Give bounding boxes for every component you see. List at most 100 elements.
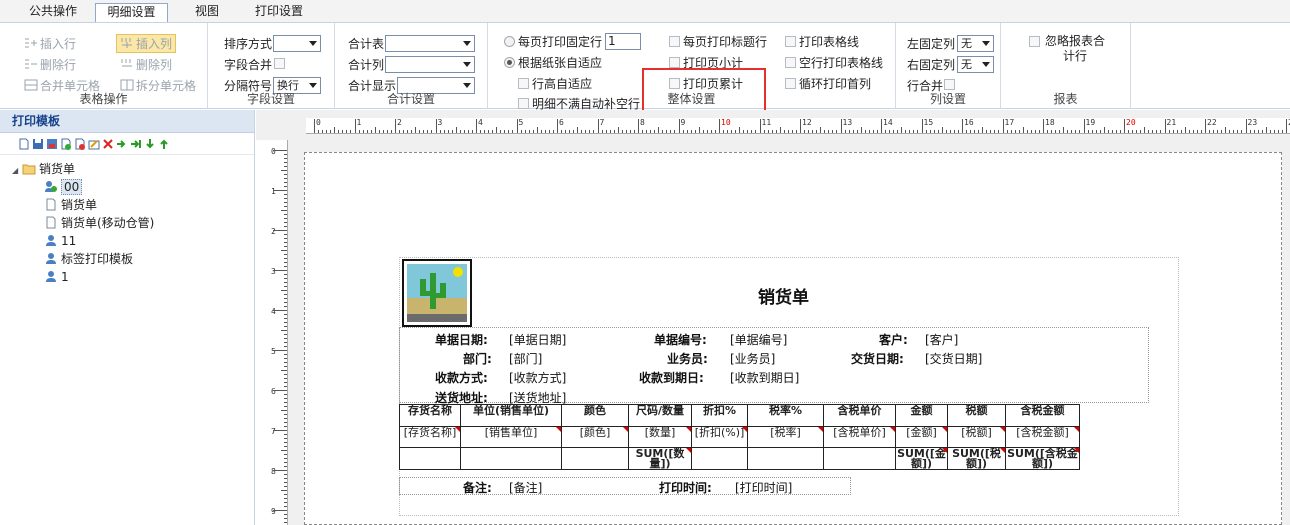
field-value[interactable]: [收款到期日]	[730, 369, 799, 386]
delete-col-button[interactable]: 删除列	[120, 57, 172, 73]
field-value[interactable]: [备注]	[509, 479, 542, 496]
fixed-rows-input[interactable]: 1	[605, 33, 641, 50]
print-header-option[interactable]: 每页打印标题行	[669, 34, 767, 50]
field-value[interactable]: [客户]	[925, 331, 958, 348]
table-sum-cell[interactable]	[747, 447, 824, 470]
field-value[interactable]: [部门]	[509, 350, 542, 367]
insert-col-button[interactable]: 插入列	[120, 36, 172, 52]
tab-public-ops[interactable]: 公共操作	[22, 3, 84, 22]
table-sum-cell[interactable]	[399, 447, 461, 470]
tab-detail-settings[interactable]: 明细设置	[95, 3, 168, 22]
tab-print-settings[interactable]: 打印设置	[246, 3, 312, 22]
table-sum-cell[interactable]	[691, 447, 748, 470]
move-up-icon[interactable]	[158, 138, 170, 150]
copy-icon[interactable]	[60, 138, 72, 150]
field-label[interactable]: 业务员:	[667, 350, 708, 367]
field-label[interactable]: 客户:	[879, 331, 908, 348]
report-title[interactable]: 销货单	[758, 283, 809, 308]
left-fixed-select[interactable]: 无	[957, 35, 994, 52]
import-icon[interactable]	[116, 138, 128, 150]
tree-item[interactable]: 1	[44, 269, 69, 286]
table-header-cell[interactable]: 单位(销售单位)	[460, 404, 562, 427]
tab-bar: 公共操作 明细设置 视图 打印设置	[0, 0, 1290, 22]
delete-file-icon[interactable]	[74, 138, 86, 150]
table-cell[interactable]: [存货名称]	[399, 426, 461, 448]
table-cell[interactable]: [含税单价]	[823, 426, 896, 448]
ruler-tick	[284, 222, 287, 223]
table-sum-cell[interactable]: SUM([金额])	[895, 447, 948, 470]
tree-item[interactable]: ◢ 销货单	[12, 161, 75, 178]
field-label[interactable]: 单据编号:	[654, 331, 707, 348]
table-cell[interactable]: [销售单位]	[460, 426, 562, 448]
total-table-select[interactable]	[385, 35, 475, 52]
save-as-icon[interactable]	[46, 138, 58, 150]
field-value[interactable]: [交货日期]	[925, 350, 982, 367]
field-value[interactable]: [业务员]	[730, 350, 775, 367]
fixed-rows-option[interactable]: 每页打印固定行	[504, 34, 602, 50]
ignore-total-checkbox[interactable]	[1029, 36, 1040, 47]
table-cell[interactable]: [税率]	[747, 426, 824, 448]
field-value[interactable]: [打印时间]	[735, 479, 792, 496]
tree-item[interactable]: 销货单	[44, 197, 97, 214]
print-grid-option[interactable]: 打印表格线	[785, 34, 859, 50]
export-icon[interactable]	[130, 138, 142, 150]
ruler-tick	[658, 127, 660, 133]
table-sum-cell[interactable]	[561, 447, 629, 470]
table-header-cell[interactable]: 折扣%	[691, 404, 748, 427]
table-cell[interactable]: [折扣(%)]	[691, 426, 748, 448]
table-sum-cell[interactable]: SUM([税额])	[947, 447, 1006, 470]
design-canvas[interactable]: 0123456789101112131415161718192021222324…	[256, 110, 1290, 525]
table-sum-cell[interactable]	[460, 447, 562, 470]
table-header-cell[interactable]: 含税单价	[823, 404, 896, 427]
ruler-tick	[1119, 130, 1121, 133]
tree-item[interactable]: 销货单(移动仓管)	[44, 215, 154, 232]
tree-item[interactable]: 00	[44, 179, 83, 196]
field-label[interactable]: 交货日期:	[851, 350, 904, 367]
tab-view[interactable]: 视图	[184, 3, 230, 22]
save-icon[interactable]	[32, 138, 44, 150]
delete-row-button[interactable]: 删除行	[24, 57, 76, 73]
table-cell[interactable]: [数量]	[628, 426, 692, 448]
field-label[interactable]: 单据日期:	[435, 331, 488, 348]
table-cell[interactable]: [颜色]	[561, 426, 629, 448]
move-down-icon[interactable]	[144, 138, 156, 150]
table-header-cell[interactable]: 颜色	[561, 404, 629, 427]
sort-select[interactable]	[273, 35, 321, 52]
table-header-cell[interactable]: 尺码/数量	[628, 404, 692, 427]
table-cell[interactable]: [金额]	[895, 426, 948, 448]
field-label[interactable]: 备注:	[463, 479, 492, 496]
table-header-cell[interactable]: 含税金额	[1005, 404, 1080, 427]
table-cell[interactable]: [税额]	[947, 426, 1006, 448]
field-label[interactable]: 部门:	[463, 350, 492, 367]
field-label[interactable]: 收款到期日:	[639, 369, 704, 386]
empty-row-grid-option[interactable]: 空行打印表格线	[785, 55, 883, 71]
field-value[interactable]: [收款方式]	[509, 369, 566, 386]
table-cell[interactable]: [含税金额]	[1005, 426, 1080, 448]
new-file-icon[interactable]	[18, 138, 30, 150]
table-header-cell[interactable]: 金额	[895, 404, 948, 427]
ruler-tick	[326, 130, 328, 133]
table-header-cell[interactable]: 税额	[947, 404, 1006, 427]
field-merge-checkbox[interactable]	[274, 58, 285, 69]
field-value[interactable]: [单据编号]	[730, 331, 787, 348]
edit-icon[interactable]	[88, 138, 100, 150]
insert-row-button[interactable]: 插入行	[24, 36, 76, 52]
ruler-tick	[1083, 119, 1085, 133]
field-label[interactable]: 收款方式:	[435, 369, 488, 386]
auto-fit-option[interactable]: 根据纸张自适应	[504, 55, 602, 71]
field-value[interactable]: [单据日期]	[509, 331, 566, 348]
total-col-select[interactable]	[385, 56, 475, 73]
table-header-cell[interactable]: 存货名称	[399, 404, 461, 427]
table-sum-cell[interactable]	[823, 447, 896, 470]
field-label[interactable]: 打印时间:	[659, 479, 712, 496]
table-sum-cell[interactable]: SUM([数量])	[628, 447, 692, 470]
tree-item[interactable]: 11	[44, 233, 76, 250]
table-sum-cell[interactable]: SUM([含税金额])	[1005, 447, 1080, 470]
row-merge-checkbox[interactable]	[944, 79, 955, 90]
close-icon[interactable]	[102, 138, 114, 150]
logo-image[interactable]	[402, 259, 472, 327]
tree-item[interactable]: 标签打印模板	[44, 251, 133, 268]
table-header-cell[interactable]: 税率%	[747, 404, 824, 427]
right-fixed-select[interactable]: 无	[957, 56, 994, 73]
ruler-tick	[273, 150, 287, 151]
